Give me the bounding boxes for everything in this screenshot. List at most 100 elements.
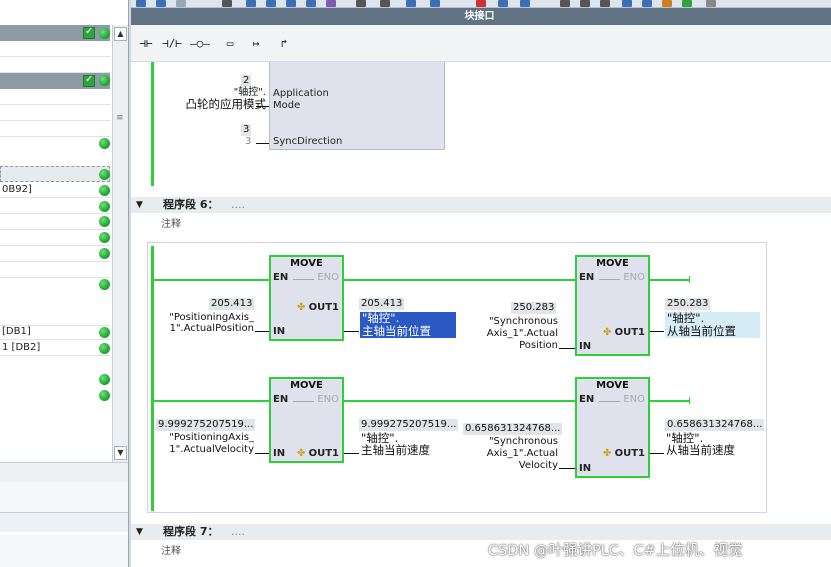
toolbar-button[interactable] xyxy=(406,0,416,7)
toolbar-button[interactable] xyxy=(706,0,716,7)
scroll-down-icon[interactable]: ▼ xyxy=(114,446,127,460)
tag-name[interactable]: Axis_1".Actual xyxy=(470,328,558,339)
tag-name[interactable]: 1".ActualPosition xyxy=(160,323,254,334)
toolbar-button[interactable] xyxy=(136,0,146,7)
toolbar-button[interactable] xyxy=(326,0,336,7)
camming-instruction-box[interactable]: Application Mode SyncDirection xyxy=(269,62,445,150)
toolbar-button[interactable] xyxy=(266,0,276,7)
open-branch-icon[interactable]: ↦ xyxy=(245,34,267,54)
list-item[interactable]: 1 [DB2] xyxy=(0,340,110,356)
list-item[interactable] xyxy=(0,262,110,278)
block-interface-bar[interactable]: 块接口 xyxy=(128,8,831,25)
toolbar-button[interactable] xyxy=(642,0,652,7)
scroll-up-icon[interactable]: ▲ xyxy=(114,27,127,41)
toolbar-button[interactable] xyxy=(176,0,186,7)
move-box-3[interactable]: MOVE EN ENO ✤ OUT1 IN xyxy=(269,377,344,463)
list-item[interactable] xyxy=(0,57,110,73)
toolbar-button[interactable] xyxy=(356,0,366,7)
tag-name[interactable]: 凸轮的应用模式 xyxy=(155,98,267,111)
list-item[interactable] xyxy=(0,41,110,57)
list-item[interactable]: [DB1] xyxy=(0,324,110,340)
toolbar-button[interactable] xyxy=(222,0,232,7)
close-branch-icon[interactable]: ↱ xyxy=(273,34,295,54)
eno-line xyxy=(293,279,314,280)
list-item[interactable] xyxy=(0,230,110,246)
tag-name[interactable]: "Synchronous xyxy=(470,436,558,447)
list-item[interactable] xyxy=(0,121,110,137)
tag-name[interactable]: "PositioningAxis_ xyxy=(160,432,254,443)
pin-wire xyxy=(256,106,269,107)
eno-line xyxy=(293,401,314,402)
move-box-4[interactable]: MOVE EN ENO ✤ OUT1 IN xyxy=(575,377,650,478)
list-item[interactable] xyxy=(0,105,110,121)
tag-name-selected[interactable]: "轴控". 主轴当前位置 xyxy=(360,312,456,338)
list-item[interactable] xyxy=(0,89,110,105)
toolbar-button[interactable] xyxy=(156,0,166,7)
move-box-1[interactable]: MOVE EN ENO ✤ OUT1 IN xyxy=(269,255,344,341)
checkbox-icon[interactable] xyxy=(83,74,95,87)
network-title-dots[interactable]: .... xyxy=(231,524,245,540)
power-rail xyxy=(151,246,154,511)
toolbar-button[interactable] xyxy=(600,0,610,7)
tag-name[interactable]: 从轴当前速度 xyxy=(666,444,735,457)
coil-icon[interactable]: –○– xyxy=(189,34,211,54)
out-pin: OUT1 xyxy=(308,302,339,313)
toolbar-button[interactable] xyxy=(580,0,590,7)
power-wire xyxy=(343,400,575,402)
list-item[interactable]: 0B92] xyxy=(0,182,110,198)
toolbar-button[interactable] xyxy=(622,0,632,7)
tag-name[interactable]: "Synchronous xyxy=(470,316,558,327)
collapse-triangle-icon[interactable]: ▼ xyxy=(136,197,143,213)
power-rail xyxy=(151,62,154,186)
tag-name[interactable]: "轴控". 从轴当前位置 xyxy=(665,312,760,338)
live-value: 2 xyxy=(241,75,252,87)
tag-name[interactable]: Axis_1".Actual xyxy=(470,448,558,459)
tag-name[interactable]: 主轴当前速度 xyxy=(361,444,430,457)
scroll-grip-icon[interactable]: ≡ xyxy=(116,113,124,123)
en-pin: EN xyxy=(579,394,595,405)
toolbar-button[interactable] xyxy=(246,0,256,7)
network-6-header[interactable]: ▼ 程序段 6： .... xyxy=(131,197,831,213)
move-box-2[interactable]: MOVE EN ENO ✤ OUT1 IN xyxy=(575,255,650,356)
list-item[interactable] xyxy=(0,198,110,214)
left-scrollbar[interactable]: ▲ ≡ ▼ xyxy=(112,25,128,462)
checkbox-icon[interactable] xyxy=(83,26,95,39)
toolbar-button[interactable] xyxy=(498,0,508,7)
status-ok-icon xyxy=(99,279,110,290)
pin-wire xyxy=(559,468,575,469)
toolbar-button[interactable] xyxy=(662,0,672,7)
in-pin: IN xyxy=(579,463,592,474)
tag-name[interactable]: "PositioningAxis_ xyxy=(160,312,254,323)
toolbar-button[interactable] xyxy=(286,0,296,7)
empty-box-icon[interactable]: ▭ xyxy=(219,34,241,54)
list-item-selected[interactable] xyxy=(0,166,110,182)
toolbar-button[interactable] xyxy=(682,0,692,7)
toolbar-button[interactable] xyxy=(476,0,486,7)
network-7-header[interactable]: ▼ 程序段 7： .... xyxy=(131,524,831,540)
toolbar-button[interactable] xyxy=(520,0,530,7)
pin-wire xyxy=(255,331,269,332)
collapse-triangle-icon[interactable]: ▼ xyxy=(136,524,143,540)
network-comment[interactable]: 注释 xyxy=(131,216,831,234)
status-ok-icon xyxy=(99,75,110,86)
toolbar-button[interactable] xyxy=(380,0,390,7)
status-ok-icon xyxy=(99,374,110,385)
nc-contact-icon[interactable]: ⊣/⊢ xyxy=(161,34,183,54)
tag-name[interactable]: Velocity xyxy=(470,460,558,471)
toolbar-button[interactable] xyxy=(560,0,570,7)
network-title-dots[interactable]: .... xyxy=(231,197,245,213)
tag-name[interactable]: 1".ActualVelocity xyxy=(160,444,254,455)
network-6-area xyxy=(147,242,767,513)
toolbar-button[interactable] xyxy=(306,0,316,7)
toolbar-button[interactable] xyxy=(430,0,440,7)
list-item[interactable] xyxy=(0,214,110,230)
pin-wire xyxy=(344,331,359,332)
tag-line: 从轴当前位置 xyxy=(667,324,736,338)
list-item[interactable] xyxy=(0,246,110,262)
status-ok-icon xyxy=(99,138,110,149)
no-contact-icon[interactable]: ⊣⊢ xyxy=(135,34,157,54)
pin-wire xyxy=(344,453,359,454)
tag-name[interactable]: Position xyxy=(470,340,558,351)
live-value: 205.413 xyxy=(359,298,405,310)
eno-pin: ENO xyxy=(317,272,339,283)
